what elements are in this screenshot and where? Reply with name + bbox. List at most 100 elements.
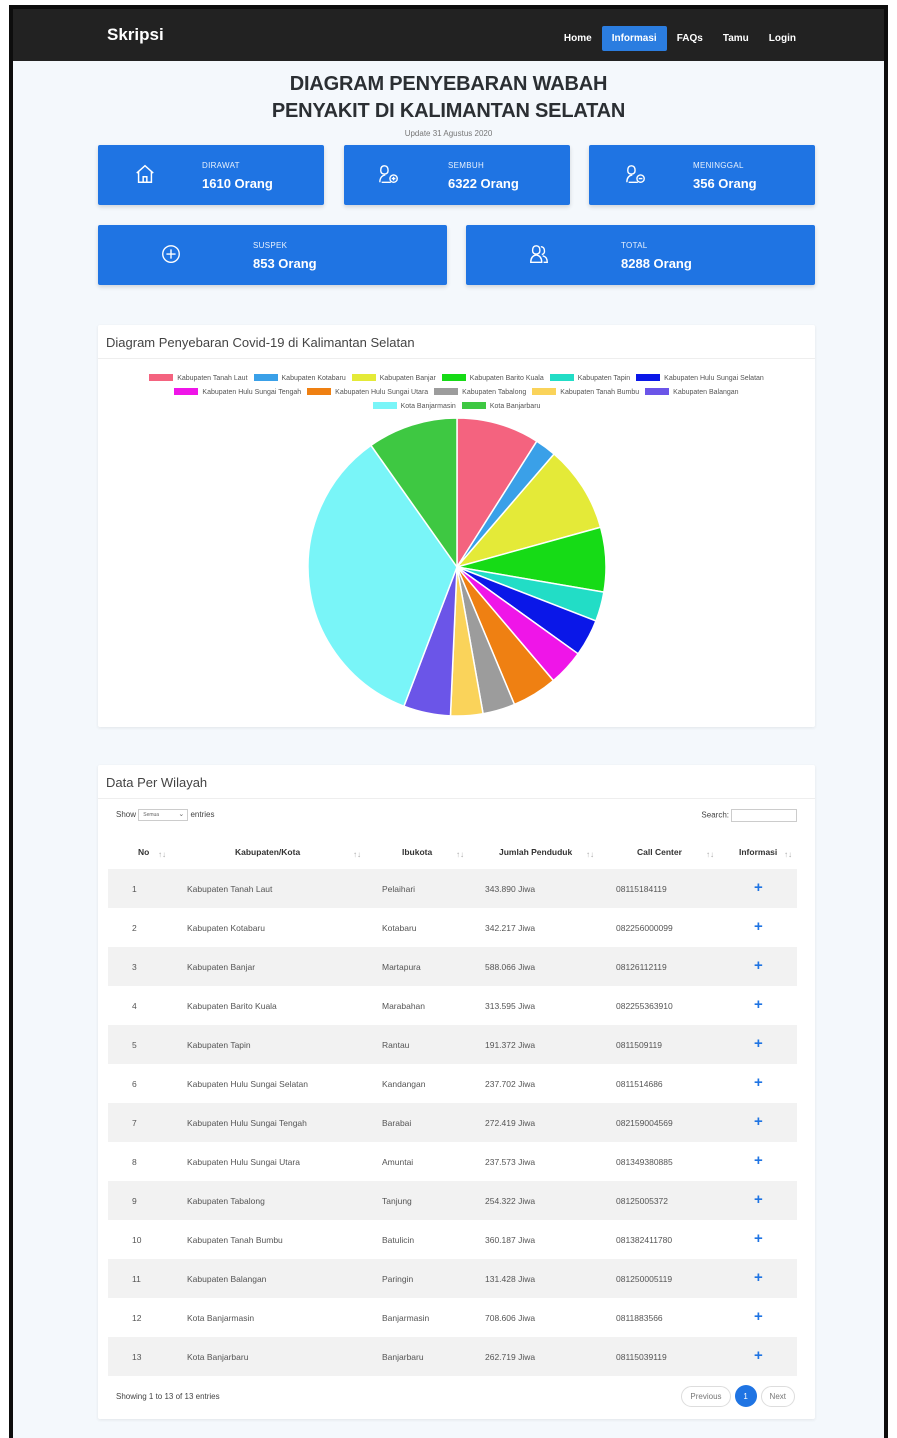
column-header-kabupaten[interactable]: Kabupaten/Kota [235,847,300,857]
update-date: Update 31 Agustus 2020 [404,129,493,138]
column-header-ibukota[interactable]: Ibukota [402,847,432,857]
nav-item-tamu[interactable]: Tamu [713,26,759,51]
stat-value: 1610 Orang [202,176,273,191]
plus-icon[interactable]: + [754,1113,763,1130]
plus-icon[interactable]: + [754,1269,763,1286]
column-header-call-center[interactable]: Call Center [637,847,682,857]
cell-ibukota: Kandangan [382,1079,426,1089]
cell-kabupaten: Kota Banjarmasin [187,1313,255,1323]
previous-button[interactable]: Previous [681,1385,731,1407]
column-header-jumlah-penduduk[interactable]: Jumlah Penduduk [499,847,572,857]
stat-label: MENINGGAL [693,161,744,170]
cell-jumlah-penduduk: 237.573 Jiwa [485,1157,536,1167]
plus-icon[interactable]: + [754,1191,763,1208]
cell-call-center: 08115039119 [616,1352,667,1362]
stat-card-suspek: SUSPEK 853 Orang [98,225,447,285]
cell-kabupaten: Kabupaten Kotabaru [187,923,265,933]
nav-item-home[interactable]: Home [554,26,602,51]
cell-jumlah-penduduk: 342.217 Jiwa [485,923,536,933]
circle-plus-icon [162,245,180,263]
sort-icon[interactable]: ↑↓ [706,850,714,859]
table-row: 1 Kabupaten Tanah Laut Pelaihari 343.890 Ji… [108,869,797,908]
cell-call-center: 0811509119 [616,1040,663,1050]
cell-no: 1 [132,884,137,894]
stat-value: 356 Orang [693,176,757,191]
column-header-informasi[interactable]: Informasi [739,847,777,857]
table-row: 3 Kabupaten Banjar Martapura 588.066 Jiwa 08… [108,947,797,986]
cell-call-center: 0811514686 [616,1079,663,1089]
cell-jumlah-penduduk: 262.719 Jiwa [485,1352,536,1362]
table-info: Showing 1 to 13 of 13 entries [116,1392,220,1401]
plus-icon[interactable]: + [754,1074,763,1091]
plus-icon[interactable]: + [754,879,763,896]
cell-jumlah-penduduk: 131.428 Jiwa [485,1274,536,1284]
cell-jumlah-penduduk: 313.595 Jiwa [485,1001,536,1011]
cell-no: 2 [132,923,137,933]
page-1-button[interactable]: 1 [734,1385,757,1407]
stat-value: 6322 Orang [448,176,519,191]
plus-icon[interactable]: + [754,1347,763,1364]
cell-call-center: 081250005119 [616,1274,673,1284]
user-plus-icon [379,165,398,183]
table-panel-title: Data Per Wilayah [106,775,208,790]
nav-item-login[interactable]: Login [759,26,806,51]
cell-kabupaten: Kabupaten Barito Kuala [187,1001,277,1011]
home-icon [136,164,154,183]
plus-icon[interactable]: + [754,1230,763,1247]
cell-no: 10 [132,1235,142,1245]
cell-call-center: 082256000099 [616,923,673,933]
cell-ibukota: Batulicin [382,1235,415,1245]
stat-label: SEMBUH [448,161,485,170]
cell-kabupaten: Kabupaten Hulu Sungai Selatan [187,1079,308,1089]
cell-call-center: 08125005372 [616,1196,669,1206]
sort-icon[interactable]: ↑↓ [158,850,166,859]
entries-select[interactable]: Semua ⌄ [138,809,189,821]
cell-call-center: 0811883566 [616,1313,663,1323]
stat-value: 8288 Orang [621,256,692,271]
cell-no: 3 [132,962,137,972]
cell-kabupaten: Kabupaten Banjar [187,962,256,972]
page-title-line2: PENYAKIT DI KALIMANTAN SELATAN [271,100,626,122]
plus-icon[interactable]: + [754,918,763,935]
sort-icon[interactable]: ↑↓ [586,850,594,859]
cell-no: 6 [132,1079,137,1089]
table-row: 8 Kabupaten Hulu Sungai Utara Amuntai 237.5… [108,1142,797,1181]
table-row: 13 Kota Banjarbaru Banjarbaru 262.719 Jiwa 0… [108,1337,797,1376]
cell-ibukota: Pelaihari [382,884,416,894]
cell-call-center: 082159004569 [616,1118,673,1128]
brand-logo[interactable]: Skripsi [107,25,164,45]
stat-label: DIRAWAT [202,161,240,170]
cell-no: 9 [132,1196,137,1206]
column-header-no[interactable]: No [138,847,149,857]
plus-icon[interactable]: + [754,1308,763,1325]
nav-item-faqs[interactable]: FAQs [667,26,713,51]
search-input[interactable] [731,809,797,822]
plus-icon[interactable]: + [754,1035,763,1052]
cell-jumlah-penduduk: 708.606 Jiwa [485,1313,536,1323]
entries-label: entries [190,810,215,820]
cell-no: 8 [132,1157,137,1167]
nav-menu: Home Informasi FAQs Tamu Login [554,26,806,51]
sort-icon[interactable]: ↑↓ [353,850,361,859]
nav-item-informasi[interactable]: Informasi [601,26,667,51]
plus-icon[interactable]: + [754,996,763,1013]
length-control: Show Semua ⌄ entries [116,809,215,821]
plus-icon[interactable]: + [754,957,763,974]
table-row: 9 Kabupaten Tabalong Tanjung 254.322 Jiwa 08… [108,1181,797,1220]
pagination: Previous 1 Next [681,1385,795,1407]
sort-icon[interactable]: ↑↓ [456,850,464,859]
next-button[interactable]: Next [760,1385,795,1407]
table-header: No ↑↓ Kabupaten/Kota ↑↓ Ibukota ↑↓ Jumla… [108,841,797,869]
browser-frame: Skripsi Home Informasi FAQs Tamu Login D… [9,5,888,1438]
cell-kabupaten: Kota Banjarbaru [187,1352,249,1362]
plus-icon[interactable]: + [754,1152,763,1169]
cell-kabupaten: Kabupaten Balangan [187,1274,267,1284]
cell-jumlah-penduduk: 343.890 Jiwa [485,884,536,894]
stat-card-total: TOTAL 8288 Orang [466,225,815,285]
cell-no: 12 [132,1313,142,1323]
sort-icon[interactable]: ↑↓ [784,850,792,859]
user-minus-icon [626,165,645,183]
cell-kabupaten: Kabupaten Tanah Bumbu [187,1235,283,1245]
stat-value: 853 Orang [253,256,317,271]
cell-ibukota: Paringin [382,1274,414,1284]
